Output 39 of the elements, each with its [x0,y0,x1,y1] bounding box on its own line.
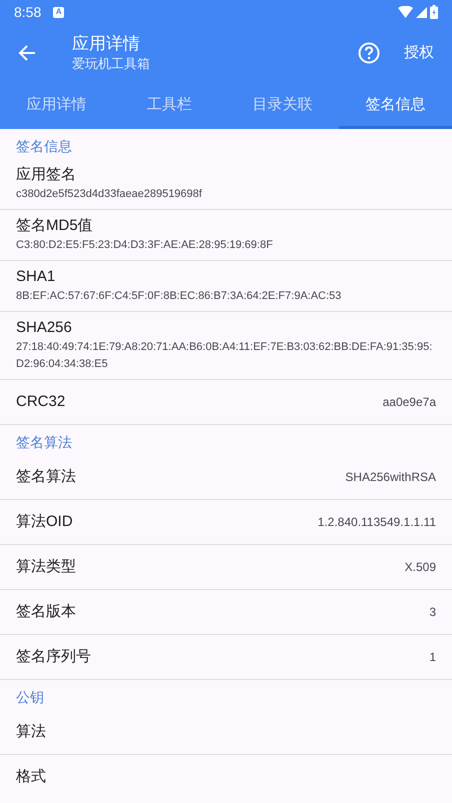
section-header: 签名算法 [15,433,73,452]
item-label: SHA1 [16,267,56,287]
battery-icon [430,5,438,19]
wifi-icon [398,6,413,18]
item-label: 算法OID [16,512,73,532]
item-label: 应用签名 [16,165,77,185]
item-label: 签名序列号 [16,646,91,667]
tab[interactable]: 工具栏 [113,82,226,129]
notification-icon: A [53,6,64,18]
item-value: X.509 [404,559,436,576]
item-label: 算法类型 [16,556,76,577]
tab[interactable]: 应用详情 [0,82,113,129]
item-value: 8B:EF:AC:57:67:6F:C4:5F:0F:8B:EC:86:B7:3A:64:2E:F7:9A:AC:53 [16,289,342,304]
item-value: 1.2.840.113549.1.1.11 [318,514,436,531]
item-value: aa0e9e7a [382,394,436,411]
tab[interactable]: 目录关联 [226,82,339,129]
item-value: 3 [429,604,436,621]
item-label: 签名MD5值 [16,216,94,236]
app-bar-title: 应用详情 [72,33,141,55]
status-time: 8:58 [14,2,42,22]
item-label: CRC32 [16,392,66,412]
item-value: 27:18:40:49:74:1E:79:A8:20:71:AA:B6:0B:A4:11:EF:7E:B3:03:62:BB:DE:FA:91:35:95:D2:96:04:34:38:E5 [16,340,434,372]
item-value: C3:80:D2:E5:F5:23:D4:D3:3F:AE:AE:28:95:19:69:8F [16,238,274,253]
item-value: 1 [429,649,436,666]
section-header: 公钥 [15,688,45,707]
section-header: 签名信息 [15,137,73,156]
tab[interactable]: 签名信息 [339,82,452,129]
item-value: SHA256withRSA [345,469,436,486]
app-bar-subtitle: 爱玩机工具箱 [72,55,151,73]
back-arrow-icon[interactable] [18,44,36,62]
item-label: 格式 [16,767,46,788]
item-label: SHA256 [16,318,73,338]
help-icon[interactable] [358,42,380,64]
item-label: 签名版本 [16,602,76,622]
item-label: 签名算法 [16,466,76,487]
signal-icon [416,6,427,18]
item-value: c380d2e5f523d4d33faeae289519698f [16,187,203,202]
authorize-button[interactable]: 授权 [404,42,434,64]
item-label: 算法 [16,722,46,742]
